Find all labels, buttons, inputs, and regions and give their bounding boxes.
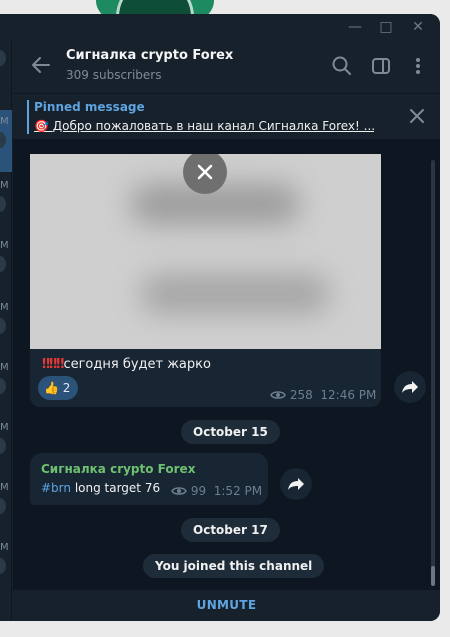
message-text: long target 76: [71, 481, 161, 495]
chat-preview-letter: M: [0, 240, 9, 251]
unmute-button[interactable]: UNMUTE: [13, 590, 440, 620]
pinned-accent-bar: [27, 100, 29, 134]
message-sender[interactable]: Сигналка crypto Forex: [41, 462, 195, 476]
chat-preview-letter: M: [0, 542, 9, 553]
close-pinned-icon[interactable]: [408, 107, 426, 125]
maximize-button[interactable]: □: [376, 17, 396, 37]
post-time: 12:46 PM: [320, 388, 377, 402]
chat-avatar[interactable]: [0, 498, 6, 514]
back-arrow-icon[interactable]: [30, 54, 52, 76]
telegram-window: — □ ✕ M M M M M M M M Сигналка crypto Fo…: [0, 14, 440, 621]
post-meta: 258 12:46 PM: [270, 388, 376, 402]
post-text-body: сегодня будет жарко: [63, 357, 211, 372]
chat-history[interactable]: ‼‼‼сегодня будет жарко 👍 2 258 12:46 PM …: [13, 140, 440, 589]
chat-avatar[interactable]: [0, 256, 6, 272]
chat-list-edge[interactable]: M M M M M M M M: [0, 40, 12, 621]
post-views: 258: [289, 388, 313, 402]
views-eye-icon: [171, 485, 187, 497]
channel-message[interactable]: Сигналка crypto Forex #brn long target 7…: [30, 453, 268, 505]
date-separator: October 17: [181, 518, 280, 542]
pinned-label: Pinned message: [34, 100, 145, 114]
chat-preview-letter: M: [0, 116, 9, 127]
chat-preview-letter: M: [0, 302, 9, 313]
pinned-text[interactable]: 🎯 Добро пожаловать в наш канал Сигналка …: [34, 119, 374, 133]
target-emoji-icon: 🎯: [34, 119, 49, 133]
chat-avatar[interactable]: [0, 558, 6, 574]
chat-avatar[interactable]: [0, 50, 6, 66]
minimize-button[interactable]: —: [345, 17, 365, 37]
date-separator: October 15: [181, 420, 280, 444]
channel-post[interactable]: ‼‼‼сегодня будет жарко 👍 2 258 12:46 PM: [30, 154, 381, 407]
chat-header: Сигналка crypto Forex 309 subscribers: [13, 40, 440, 94]
scrollbar-thumb[interactable]: [431, 566, 435, 586]
chat-preview-letter: M: [0, 180, 9, 191]
chat-avatar[interactable]: [0, 318, 6, 334]
message-views: 99: [190, 484, 207, 498]
subscriber-count: 309 subscribers: [66, 68, 162, 82]
chat-avatar[interactable]: [0, 438, 6, 454]
chat-preview-letter: M: [0, 482, 9, 493]
double-exclamation-icon: ‼‼‼: [42, 357, 64, 372]
pinned-message-bar[interactable]: Pinned message 🎯 Добро пожаловать в наш …: [13, 94, 440, 140]
chat-preview-letter: M: [0, 422, 9, 433]
message-meta: 99 1:52 PM: [171, 484, 262, 498]
image-close-button[interactable]: [183, 154, 227, 194]
scrollbar-track[interactable]: [431, 160, 435, 585]
share-post-button[interactable]: [394, 371, 426, 403]
message-time: 1:52 PM: [213, 484, 263, 498]
title-bar: — □ ✕: [0, 14, 440, 40]
message-body: #brn long target 76: [41, 481, 160, 495]
pinned-text-body: Добро пожаловать в наш канал Сигналка Fo…: [52, 119, 374, 133]
joined-service-message: You joined this channel: [143, 554, 325, 578]
post-image[interactable]: [30, 154, 381, 349]
hashtag-link[interactable]: #brn: [41, 481, 71, 495]
channel-title[interactable]: Сигналка crypto Forex: [66, 48, 233, 63]
chat-preview-letter: M: [0, 362, 9, 373]
reaction-count: 2: [62, 381, 71, 395]
search-icon[interactable]: [331, 55, 353, 77]
share-message-button[interactable]: [280, 468, 312, 500]
chat-avatar[interactable]: [0, 196, 6, 212]
reaction-badge[interactable]: 👍 2: [38, 376, 79, 400]
close-window-button[interactable]: ✕: [408, 17, 428, 37]
post-text: ‼‼‼сегодня будет жарко: [42, 357, 211, 372]
chat-avatar[interactable]: [0, 378, 6, 394]
footer-bar: UNMUTE: [13, 589, 440, 621]
sidebar-toggle-icon[interactable]: [370, 55, 392, 77]
views-eye-icon: [270, 389, 286, 401]
more-options-icon[interactable]: [407, 55, 429, 77]
thumbs-up-icon: 👍: [44, 381, 59, 395]
